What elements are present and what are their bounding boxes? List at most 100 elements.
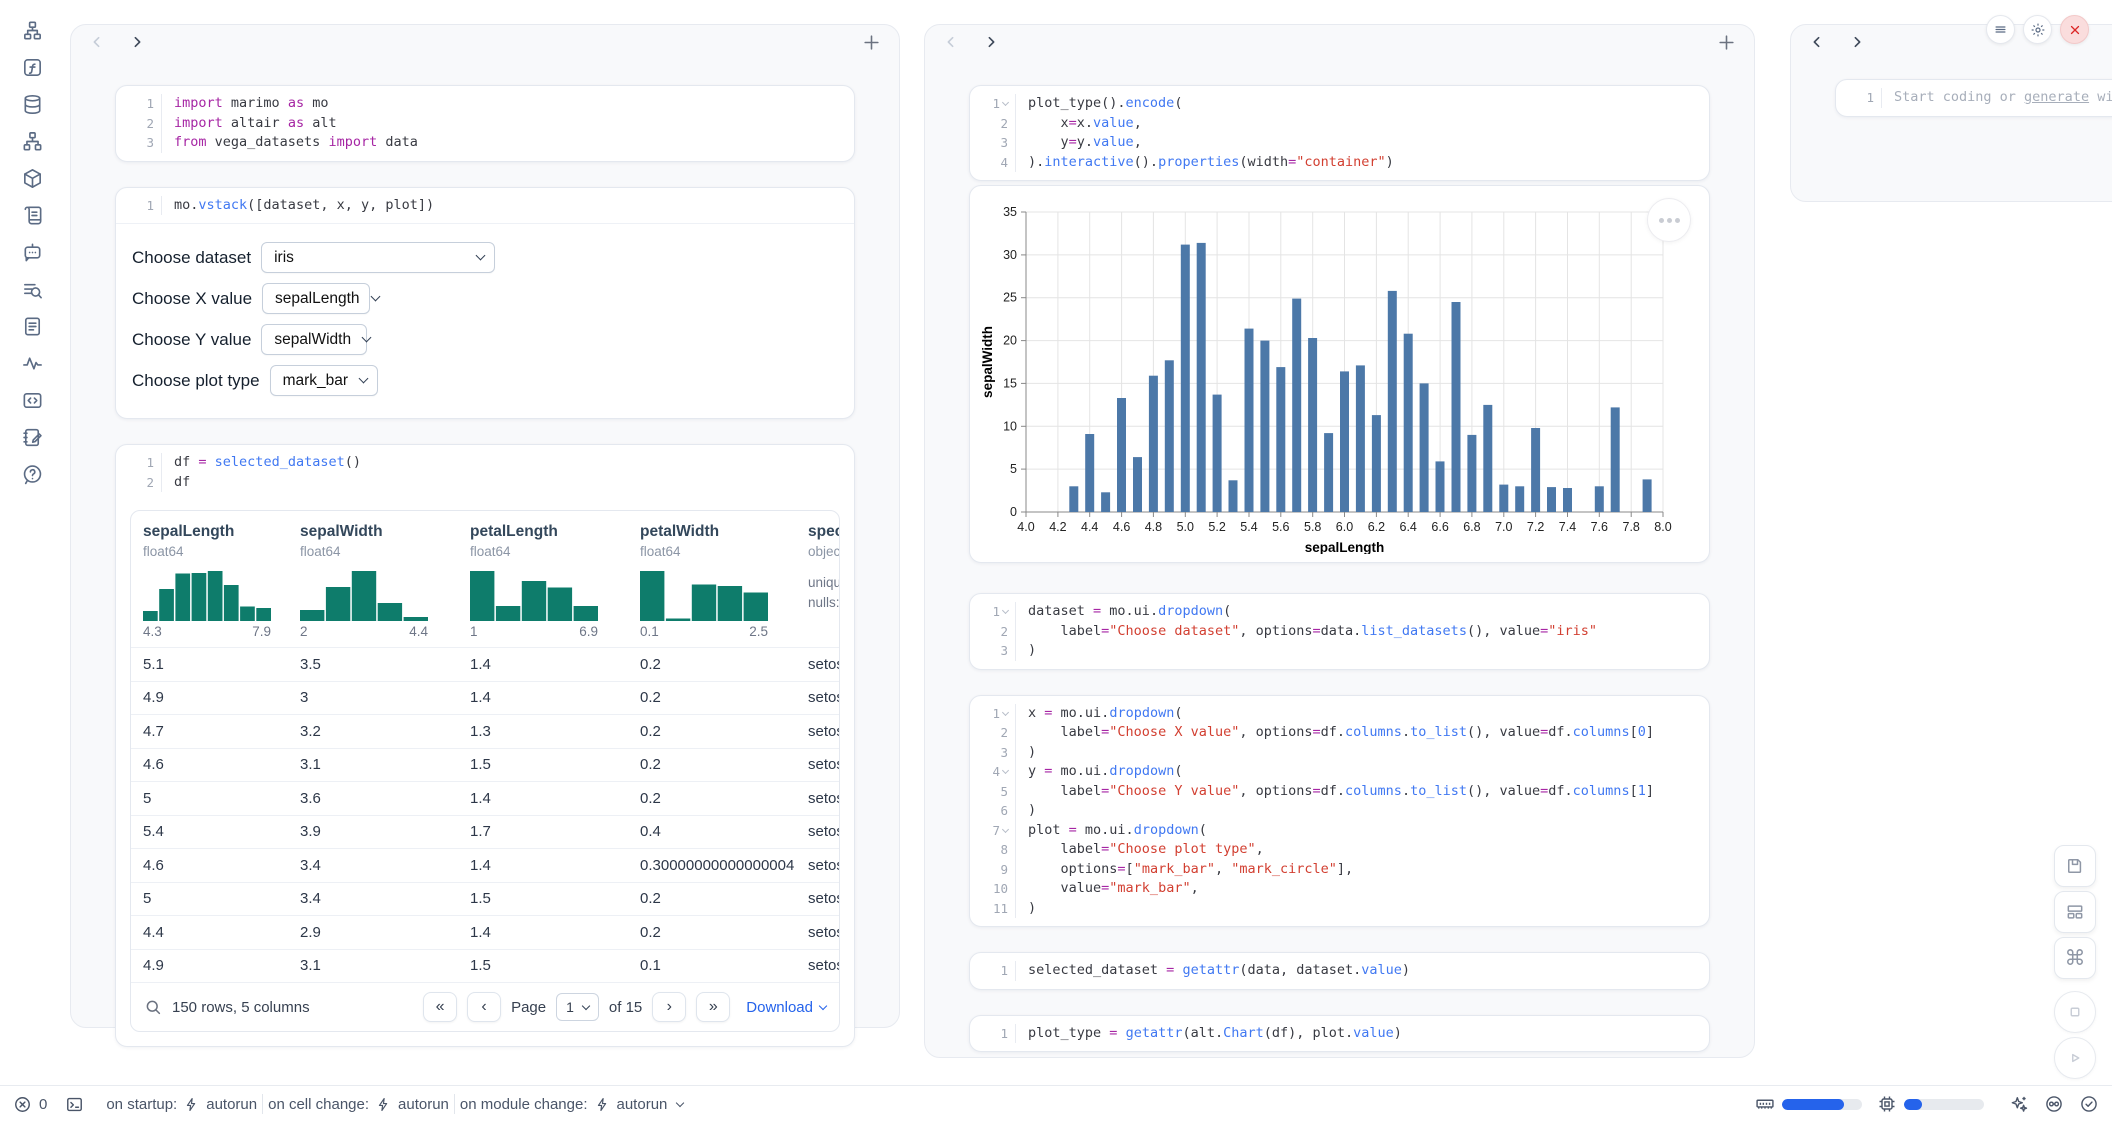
code-line[interactable]: 2 x=x.value, <box>970 114 1709 134</box>
file-tree-icon[interactable] <box>20 18 44 42</box>
code-line[interactable]: 1selected_dataset = getattr(data, datase… <box>970 961 1709 981</box>
column-prev-icon[interactable] <box>943 34 959 50</box>
code-line[interactable]: 3) <box>970 743 1709 763</box>
keyboard-shortcuts-button[interactable]: ⌘ <box>2054 937 2096 979</box>
code-line[interactable]: 1dataset = mo.ui.dropdown( <box>970 602 1709 622</box>
code-line[interactable]: 1plot_type = getattr(alt.Chart(df), plot… <box>970 1024 1709 1044</box>
code-line[interactable]: 2import altair as alt <box>116 114 854 134</box>
table-row[interactable]: 4.931.40.2setosa <box>131 681 839 715</box>
chart-actions-icon[interactable] <box>1647 198 1691 242</box>
menu-button[interactable] <box>1986 15 2015 44</box>
column-header-petalWidth[interactable]: petalWidthfloat640.12.5 <box>628 523 796 639</box>
next-page-button[interactable]: › <box>652 992 686 1022</box>
table-row[interactable]: 53.61.40.2setosa <box>131 781 839 815</box>
table-row[interactable]: 53.41.50.2setosa <box>131 882 839 916</box>
code-line[interactable]: 9 options=["mark_bar", "mark_circle"], <box>970 860 1709 880</box>
table-row[interactable]: 5.43.91.70.4setosa <box>131 815 839 849</box>
bar-chart[interactable]: 4.04.24.44.64.85.05.25.45.65.86.06.26.46… <box>978 200 1705 554</box>
fold-chevron-icon[interactable] <box>1002 709 1009 716</box>
ai-assist-button[interactable] <box>2009 1094 2029 1114</box>
script-log-icon[interactable] <box>20 203 44 227</box>
runtime-setting[interactable]: on cell change:autorun <box>268 1096 449 1113</box>
help-icon[interactable] <box>20 462 44 486</box>
code-line[interactable]: 3) <box>970 641 1709 661</box>
column-prev-icon[interactable] <box>1809 34 1825 50</box>
dependency-graph-icon[interactable] <box>20 129 44 153</box>
first-page-button[interactable]: « <box>423 992 457 1022</box>
runtime-setting[interactable]: on startup:autorun <box>106 1096 257 1113</box>
terminal-button[interactable] <box>65 1095 84 1114</box>
code-line[interactable]: 8 label="Choose plot type", <box>970 840 1709 860</box>
fold-chevron-icon[interactable] <box>1002 99 1009 106</box>
fold-chevron-icon[interactable] <box>1002 607 1009 614</box>
code-editor[interactable]: 1 Start coding or generate with AI <box>1836 80 2112 116</box>
code-line[interactable]: 7plot = mo.ui.dropdown( <box>970 821 1709 841</box>
add-cell-icon[interactable] <box>1717 33 1736 52</box>
code-editor[interactable]: 1dataset = mo.ui.dropdown(2 label="Choos… <box>970 594 1709 669</box>
database-icon[interactable] <box>20 92 44 116</box>
code-line[interactable]: 1mo.vstack([dataset, x, y, plot]) <box>116 196 854 216</box>
column-next-icon[interactable] <box>129 34 145 50</box>
settings-button[interactable] <box>2023 15 2052 44</box>
code-line[interactable]: 10 value="mark_bar", <box>970 879 1709 899</box>
code-editor[interactable]: 1df = selected_dataset()2df <box>116 445 854 500</box>
outline-search-icon[interactable] <box>20 277 44 301</box>
last-page-button[interactable]: » <box>696 992 730 1022</box>
table-row[interactable]: 4.93.11.50.1setosa <box>131 949 839 983</box>
column-prev-icon[interactable] <box>89 34 105 50</box>
code-line[interactable]: 1df = selected_dataset() <box>116 453 854 473</box>
table-row[interactable]: 4.63.11.50.2setosa <box>131 748 839 782</box>
close-panel-button[interactable] <box>2060 15 2089 44</box>
search-icon[interactable] <box>144 998 162 1016</box>
download-button[interactable]: Download <box>746 999 826 1016</box>
runtime-setting[interactable]: on module change:autorun <box>460 1096 683 1113</box>
column-header-sepalWidth[interactable]: sepalWidthfloat6424.4 <box>288 523 458 639</box>
code-line[interactable]: 4y = mo.ui.dropdown( <box>970 762 1709 782</box>
ai-chat-icon[interactable] <box>20 240 44 264</box>
fold-chevron-icon[interactable] <box>1002 767 1009 774</box>
column-next-icon[interactable] <box>1849 34 1865 50</box>
code-editor[interactable]: 1plot_type = getattr(alt.Chart(df), plot… <box>970 1016 1709 1052</box>
table-row[interactable]: 5.13.51.40.2setosa <box>131 647 839 681</box>
copilot-button[interactable] <box>2044 1094 2064 1114</box>
generate-with-ai-link[interactable]: generate <box>2024 89 2089 105</box>
column-header-species[interactable]: speciesobjectunique:nulls: <box>796 523 839 639</box>
code-editor[interactable]: 1import marimo as mo2import altair as al… <box>116 86 854 161</box>
code-snippets-icon[interactable] <box>20 388 44 412</box>
stop-button[interactable] <box>2054 991 2096 1033</box>
code-line[interactable]: 4).interactive().properties(width="conta… <box>970 153 1709 173</box>
dropdown-choose-plot-type[interactable]: mark_bar <box>270 365 378 396</box>
table-row[interactable]: 4.73.21.30.2setosa <box>131 714 839 748</box>
chart-output[interactable]: 4.04.24.44.64.85.05.25.45.65.86.06.26.46… <box>969 185 1710 563</box>
document-icon[interactable] <box>20 314 44 338</box>
add-cell-icon[interactable] <box>862 33 881 52</box>
column-header-petalLength[interactable]: petalLengthfloat6416.9 <box>458 523 628 639</box>
layout-button[interactable] <box>2054 891 2096 933</box>
dropdown-choose-y-value[interactable]: sepalWidth <box>261 324 367 355</box>
code-line[interactable]: 1x = mo.ui.dropdown( <box>970 704 1709 724</box>
save-button[interactable] <box>2054 845 2096 887</box>
code-line[interactable]: 2 label="Choose X value", options=df.col… <box>970 723 1709 743</box>
connection-status-button[interactable] <box>2079 1094 2099 1114</box>
functions-icon[interactable] <box>20 55 44 79</box>
code-editor[interactable]: 1mo.vstack([dataset, x, y, plot]) <box>116 188 854 224</box>
package-icon[interactable] <box>20 166 44 190</box>
table-row[interactable]: 4.63.41.40.30000000000000004setosa <box>131 848 839 882</box>
code-line[interactable]: 6) <box>970 801 1709 821</box>
fold-chevron-icon[interactable] <box>1002 826 1009 833</box>
dropdown-choose-x-value[interactable]: sepalLength <box>262 283 370 314</box>
code-line[interactable]: 2df <box>116 473 854 493</box>
column-header-sepalLength[interactable]: sepalLengthfloat644.37.9 <box>131 523 288 639</box>
scratchpad-icon[interactable] <box>20 425 44 449</box>
prev-page-button[interactable]: ‹ <box>467 992 501 1022</box>
code-editor[interactable]: 1plot_type().encode(2 x=x.value,3 y=y.va… <box>970 86 1709 180</box>
code-line[interactable]: 3from vega_datasets import data <box>116 133 854 153</box>
code-line[interactable]: 3 y=y.value, <box>970 133 1709 153</box>
code-editor[interactable]: 1x = mo.ui.dropdown(2 label="Choose X va… <box>970 696 1709 927</box>
code-line[interactable]: 1plot_type().encode( <box>970 94 1709 114</box>
page-select[interactable]: 1 <box>556 993 599 1021</box>
run-button[interactable] <box>2054 1037 2096 1079</box>
error-count[interactable]: 0 <box>13 1095 47 1114</box>
activity-icon[interactable] <box>20 351 44 375</box>
dropdown-choose-dataset[interactable]: iris <box>261 242 495 273</box>
